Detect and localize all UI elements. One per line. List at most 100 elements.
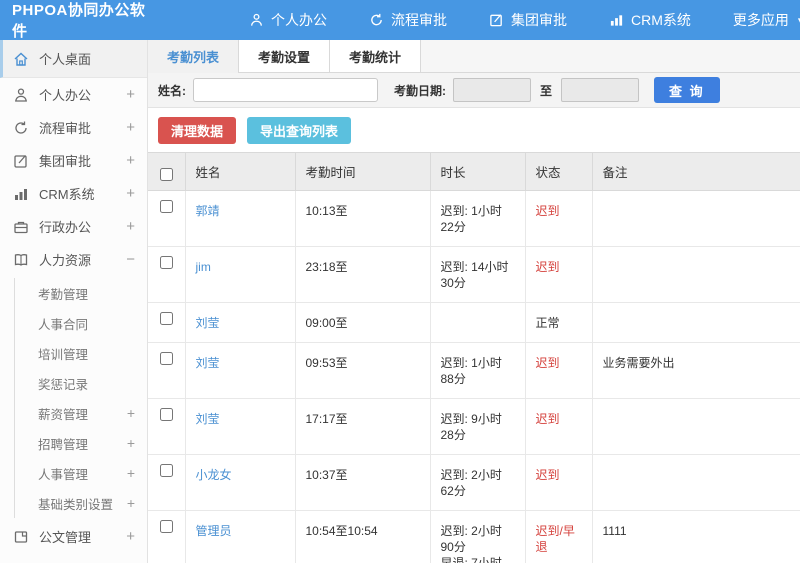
status-badge: 迟到 — [535, 412, 560, 426]
expand-plus-icon[interactable]: + — [127, 465, 135, 481]
employee-name-link[interactable]: 刘莹 — [196, 316, 220, 330]
status-badge: 迟到 — [535, 260, 560, 274]
sidebar-item-reward-punish[interactable]: 奖惩记录 — [15, 368, 147, 398]
row-checkbox[interactable] — [160, 256, 173, 269]
col-header-time: 考勤时间 — [295, 152, 431, 191]
sidebar-item-hr[interactable]: 人力资源 − — [0, 243, 147, 276]
note-cell: 1111 — [592, 510, 800, 563]
sidebar-item-recruit-mgmt[interactable]: 招聘管理 + — [15, 428, 147, 458]
sidebar-subitem-label: 人事管理 — [38, 467, 89, 482]
home-icon — [13, 51, 30, 67]
expand-plus-icon[interactable]: + — [126, 528, 135, 545]
expand-plus-icon[interactable]: + — [126, 218, 135, 235]
sidebar-item-personnel-mgmt[interactable]: 人事管理 + — [15, 458, 147, 488]
duration-cell: 迟到: 2小时90分早退: 7小时10分 — [430, 510, 526, 563]
note-cell — [592, 246, 800, 303]
person-icon — [13, 87, 30, 103]
nav-personal-office[interactable]: 个人办公 — [249, 10, 327, 30]
date-from-input[interactable] — [453, 78, 531, 102]
expand-plus-icon[interactable]: + — [126, 119, 135, 136]
table-row: 刘莹 09:53至 迟到: 1小时88分 迟到 业务需要外出 — [148, 342, 800, 399]
sidebar-item-doc-mgmt[interactable]: 公文管理 + — [0, 520, 147, 553]
note-cell — [592, 398, 800, 455]
tab-attendance-list[interactable]: 考勤列表 — [148, 40, 240, 73]
row-checkbox[interactable] — [160, 200, 173, 213]
table-row: 小龙女 10:37至 迟到: 2小时62分 迟到 — [148, 454, 800, 511]
sidebar-hr-submenu: 考勤管理 人事合同 培训管理 奖惩记录 薪资管理 + 招聘管理 + 人事管理 + — [14, 278, 147, 518]
sidebar-item-personal-office[interactable]: 个人办公 + — [0, 78, 147, 111]
edit-icon — [489, 12, 504, 28]
status-badge: 迟到 — [535, 356, 560, 370]
date-to-input[interactable] — [561, 78, 640, 102]
expand-plus-icon[interactable]: + — [126, 185, 135, 202]
employee-name-link[interactable]: 刘莹 — [196, 412, 220, 426]
table-row: 刘莹 17:17至 迟到: 9小时28分 迟到 — [148, 398, 800, 455]
note-cell: 业务需要外出 — [592, 342, 800, 399]
date-label: 考勤日期: — [394, 83, 446, 98]
expand-plus-icon[interactable]: + — [127, 405, 135, 421]
sidebar-subitem-label: 考勤管理 — [38, 287, 89, 302]
employee-name-link[interactable]: 小龙女 — [196, 468, 232, 482]
clean-data-button[interactable]: 清理数据 — [158, 116, 237, 144]
app-title: PHPOA协同办公软件 — [12, 2, 146, 40]
sidebar-item-label: 个人办公 — [39, 88, 92, 103]
duration-cell: 迟到: 1小时88分 — [430, 342, 526, 399]
select-all-checkbox[interactable] — [160, 168, 173, 181]
collapse-minus-icon[interactable]: − — [126, 251, 135, 268]
nav-workflow-approval[interactable]: 流程审批 — [369, 10, 447, 30]
process-icon — [369, 12, 384, 28]
sidebar-item-training-mgmt[interactable]: 培训管理 — [15, 338, 147, 368]
duration-cell: 迟到: 1小时22分 — [430, 190, 526, 247]
sidebar-item-group-approval[interactable]: 集团审批 + — [0, 144, 147, 177]
attendance-time: 10:13至 — [295, 190, 431, 247]
sidebar-item-hr-contract[interactable]: 人事合同 — [15, 308, 147, 338]
attendance-time: 23:18至 — [295, 246, 431, 303]
sidebar-item-vehicle-mgmt[interactable]: 用车管理 + — [0, 553, 147, 563]
employee-name-link[interactable]: 管理员 — [196, 524, 232, 538]
col-header-status: 状态 — [525, 152, 593, 191]
row-checkbox[interactable] — [160, 352, 173, 365]
duration-cell: 迟到: 2小时62分 — [430, 454, 526, 511]
name-input[interactable] — [193, 78, 378, 102]
nav-crm[interactable]: CRM系统 — [609, 10, 691, 30]
sidebar-item-label: CRM系统 — [39, 187, 95, 202]
employee-name-link[interactable]: jim — [196, 260, 211, 274]
sidebar-item-base-category[interactable]: 基础类别设置 + — [15, 488, 147, 518]
col-header-note: 备注 — [592, 152, 800, 191]
sidebar-item-salary-mgmt[interactable]: 薪资管理 + — [15, 398, 147, 428]
employee-name-link[interactable]: 郭靖 — [196, 204, 220, 218]
sidebar-subitem-label: 奖惩记录 — [38, 377, 89, 392]
nav-more-apps[interactable]: 更多应用 ▾ — [733, 10, 800, 30]
nav-group-approval[interactable]: 集团审批 — [489, 10, 567, 30]
sidebar-subitem-label: 培训管理 — [38, 347, 89, 362]
expand-plus-icon[interactable]: + — [126, 86, 135, 103]
tab-attendance-stats[interactable]: 考勤统计 — [330, 40, 422, 72]
export-list-button[interactable]: 导出查询列表 — [247, 116, 352, 144]
expand-plus-icon[interactable]: + — [127, 435, 135, 451]
expand-plus-icon[interactable]: + — [127, 495, 135, 511]
tab-attendance-settings[interactable]: 考勤设置 — [239, 40, 331, 72]
sidebar-subitem-label: 基础类别设置 — [38, 497, 114, 512]
row-checkbox[interactable] — [160, 408, 173, 421]
sidebar-item-crm[interactable]: CRM系统 + — [0, 177, 147, 210]
sidebar-item-admin-office[interactable]: 行政办公 + — [0, 210, 147, 243]
attendance-time: 09:53至 — [295, 342, 431, 399]
sidebar-item-personal-desktop[interactable]: 个人桌面 — [0, 40, 147, 78]
sidebar-item-workflow-approval[interactable]: 流程审批 + — [0, 111, 147, 144]
topbar: PHPOA协同办公软件 个人办公 流程审批 集团审批 CRM系统 更多应用 — [0, 0, 800, 40]
sidebar-item-label: 个人桌面 — [39, 52, 92, 67]
sidebar-item-label: 流程审批 — [39, 121, 92, 136]
table-row: 郭靖 10:13至 迟到: 1小时22分 迟到 — [148, 190, 800, 247]
edit-icon — [13, 153, 30, 169]
expand-plus-icon[interactable]: + — [126, 152, 135, 169]
row-checkbox[interactable] — [160, 312, 173, 325]
sidebar-subitem-label: 人事合同 — [38, 317, 89, 332]
chart-icon — [609, 12, 624, 28]
search-button[interactable]: 查 询 — [654, 77, 720, 103]
employee-name-link[interactable]: 刘莹 — [196, 356, 220, 370]
row-checkbox[interactable] — [160, 464, 173, 477]
table-row: 刘莹 09:00至 正常 — [148, 302, 800, 343]
row-checkbox[interactable] — [160, 520, 173, 533]
sidebar-item-label: 行政办公 — [39, 220, 92, 235]
sidebar-item-attendance-mgmt[interactable]: 考勤管理 — [15, 278, 147, 308]
